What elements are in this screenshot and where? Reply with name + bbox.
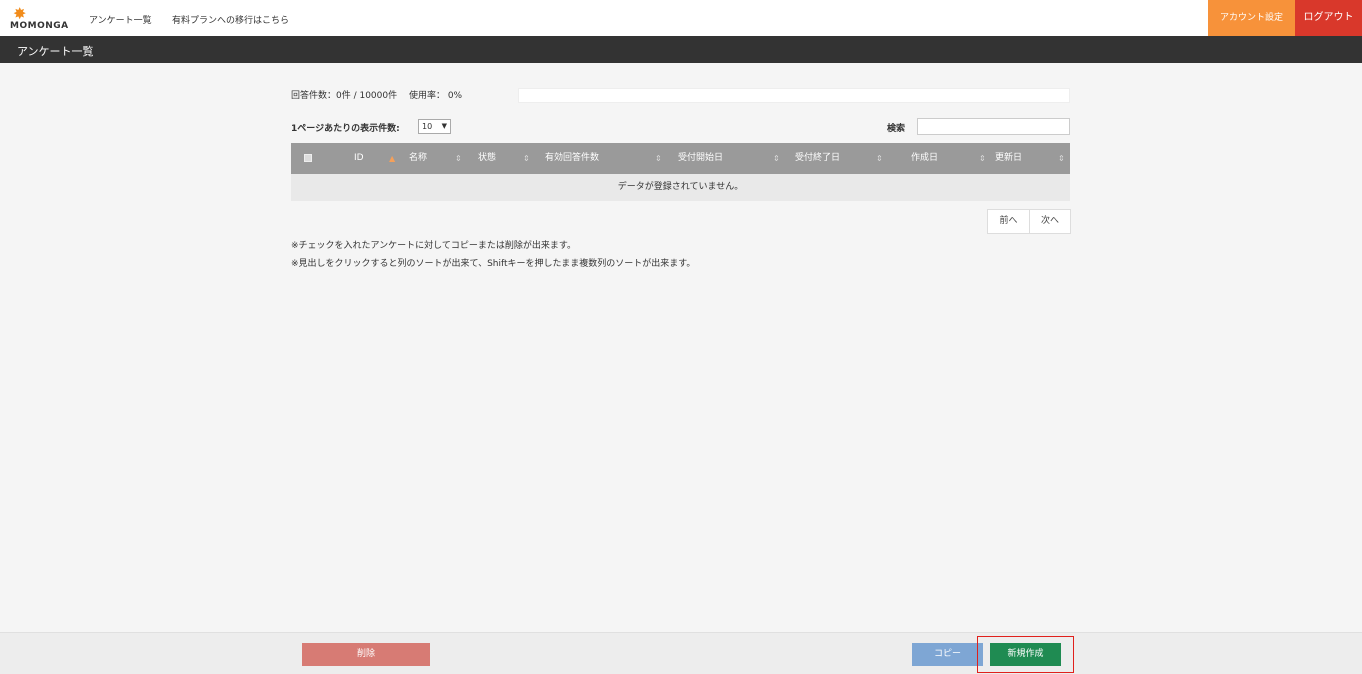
search-label: 検索 (887, 124, 906, 134)
next-page-button[interactable]: 次へ (1029, 210, 1070, 233)
select-all-checkbox[interactable] (304, 154, 312, 162)
per-page-label: 1ページあたりの表示件数: (291, 124, 400, 134)
nav-survey-list[interactable]: アンケート一覧 (89, 13, 152, 26)
note-text: ※チェックを入れたアンケートに対してコピーまたは削除が出来ます。 (291, 241, 577, 251)
sort-icon: ⇕ (876, 154, 883, 163)
account-settings-button[interactable]: アカウント設定 (1208, 0, 1295, 36)
sort-icon: ⇕ (655, 154, 662, 163)
col-created[interactable]: 作成日 ⇕ (911, 143, 986, 174)
col-start-date[interactable]: 受付開始日 ⇕ (678, 143, 780, 174)
prev-page-button[interactable]: 前へ (988, 210, 1029, 233)
highlight-box (977, 636, 1074, 673)
logo-star-icon: ✸ (13, 4, 27, 23)
copy-button[interactable]: コピー (912, 643, 983, 666)
table-empty-row: データが登録されていません。 (291, 174, 1070, 201)
usage-progress-bar (518, 88, 1070, 103)
sort-icon: ⇕ (773, 154, 780, 163)
page-title-bar: アンケート一覧 (0, 36, 1362, 63)
note-text: ※見出しをクリックすると列のソートが出来て、Shiftキーを押したまま複数列のソ… (291, 259, 696, 269)
logout-button[interactable]: ログアウト (1295, 0, 1362, 36)
col-status[interactable]: 状態 ⇕ (478, 143, 530, 174)
delete-button[interactable]: 削除 (302, 643, 430, 666)
chevron-down-icon: ▼ (441, 122, 447, 130)
usage-text: 回答件数：0件 / 10000件 使用率： 0% (291, 91, 463, 101)
sort-icon: ⇕ (455, 154, 462, 163)
nav-paid-plan[interactable]: 有料プランへの移行はこちら (172, 13, 289, 26)
col-name[interactable]: 名称 ⇕ (409, 143, 462, 174)
search-input[interactable] (917, 118, 1070, 135)
per-page-select[interactable]: 10 ▼ (418, 119, 451, 134)
sort-asc-icon: ▲ (389, 154, 396, 163)
sort-icon: ⇕ (1058, 154, 1065, 163)
page-title: アンケート一覧 (17, 45, 94, 58)
per-page-value: 10 (422, 122, 433, 131)
col-updated[interactable]: 更新日 ⇕ (995, 143, 1065, 174)
top-nav: ✸ MOMONGA アンケート一覧 有料プランへの移行はこちら アカウント設定 … (0, 0, 1362, 36)
sort-icon: ⇕ (979, 154, 986, 163)
logo[interactable]: ✸ MOMONGA (10, 6, 82, 32)
col-end-date[interactable]: 受付終了日 ⇕ (795, 143, 883, 174)
col-id[interactable]: ID ▲ (354, 143, 395, 174)
logo-text: MOMONGA (10, 21, 69, 31)
table-header: ID ▲ 名称 ⇕ 状態 ⇕ 有効回答件数 ⇕ 受付開始日 ⇕ 受付終了日 ⇕ … (291, 143, 1070, 174)
col-valid-answers[interactable]: 有効回答件数 ⇕ (545, 143, 662, 174)
pagination: 前へ 次へ (987, 209, 1071, 234)
footer-action-bar: 削除 コピー 新規作成 (0, 632, 1362, 674)
sort-icon: ⇕ (523, 154, 530, 163)
